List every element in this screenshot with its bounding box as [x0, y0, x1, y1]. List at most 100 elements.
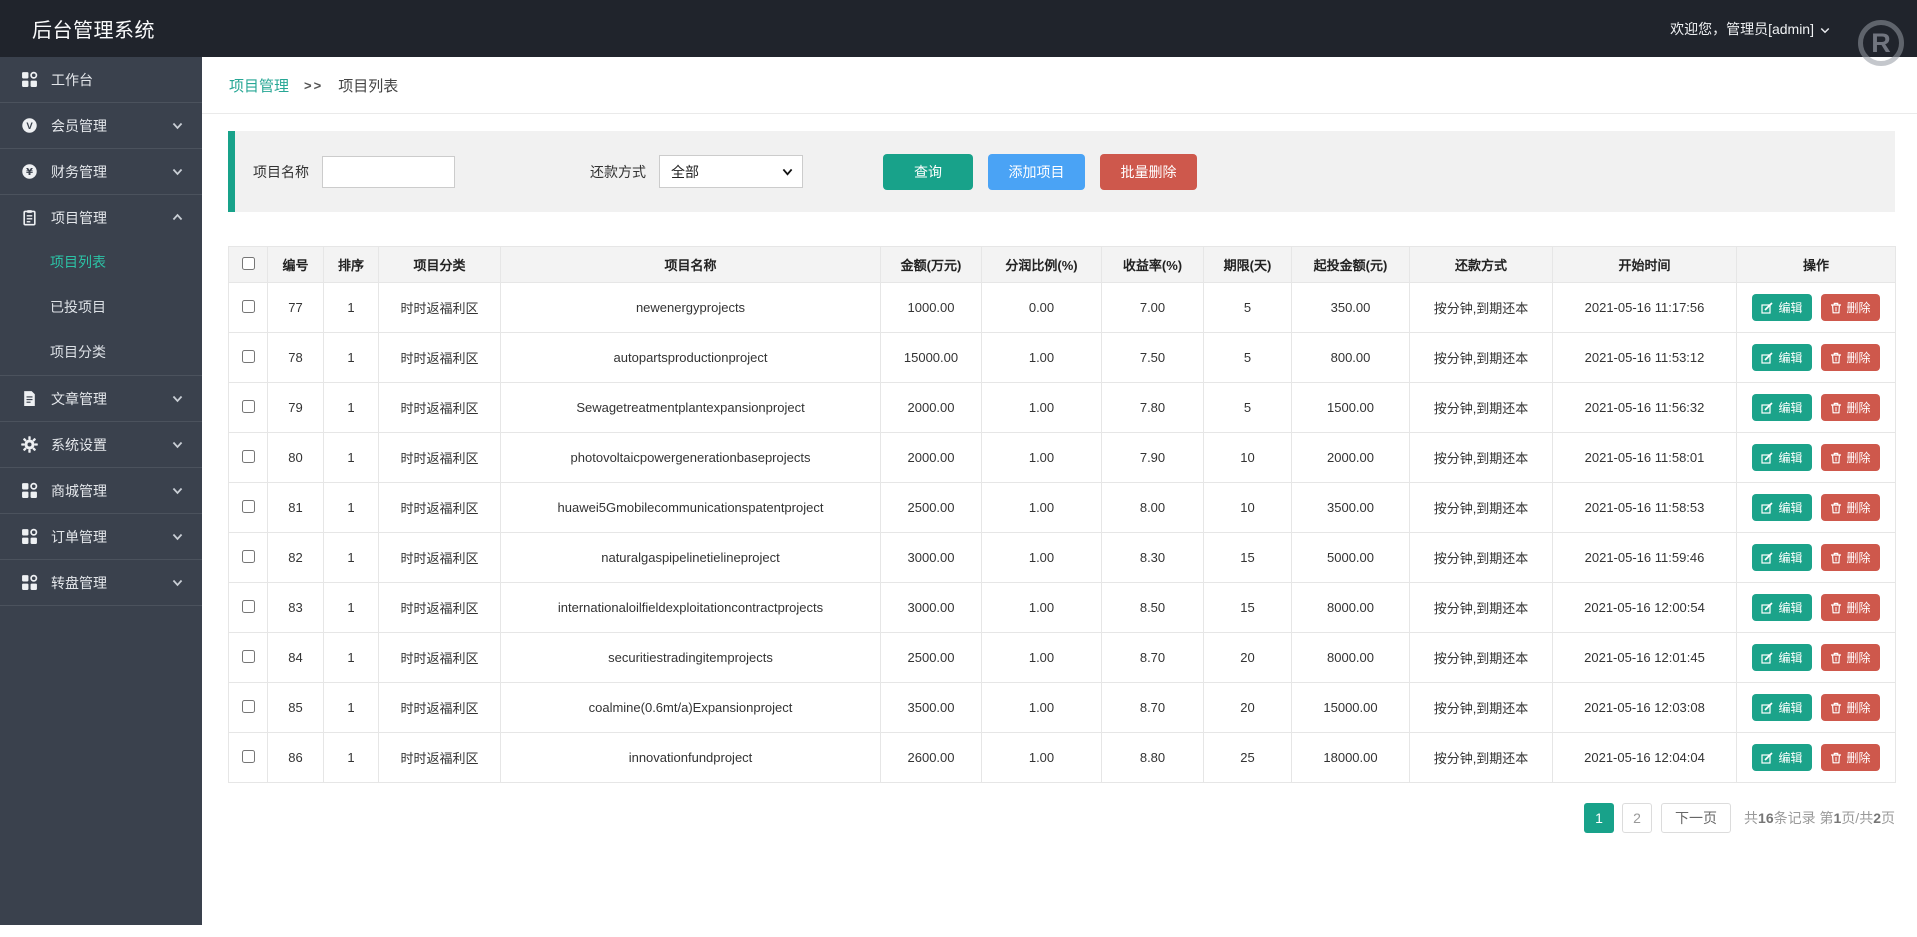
delete-button[interactable]: 删除 — [1821, 294, 1880, 321]
cell-name: photovoltaicpowergenerationbaseprojects — [501, 433, 881, 483]
sidebar-subitem[interactable]: 项目列表 — [0, 240, 202, 285]
sidebar-group: 工作台 — [0, 57, 202, 103]
cell-amount: 3500.00 — [881, 683, 982, 733]
user-menu[interactable]: 欢迎您，管理员[admin] — [1670, 19, 1831, 39]
delete-button[interactable]: 删除 — [1821, 594, 1880, 621]
trash-icon — [1830, 702, 1842, 714]
delete-button[interactable]: 删除 — [1821, 544, 1880, 571]
cell-repayment: 按分钟,到期还本 — [1410, 583, 1553, 633]
table-row: 81 1 时时返福利区 huawei5Gmobilecommunications… — [229, 483, 1896, 533]
sidebar-item[interactable]: V 会员管理 — [0, 103, 202, 148]
row-checkbox[interactable] — [242, 300, 255, 313]
page-button-2[interactable]: 2 — [1622, 803, 1652, 833]
cell-min-invest: 5000.00 — [1292, 533, 1410, 583]
delete-button[interactable]: 删除 — [1821, 694, 1880, 721]
filter-bar: 项目名称 还款方式 全部 查询 添加项目 批量删除 — [228, 131, 1895, 212]
project-name-input[interactable] — [322, 156, 455, 188]
sidebar-item[interactable]: 系统设置 — [0, 422, 202, 467]
delete-button[interactable]: 删除 — [1821, 444, 1880, 471]
cell-category: 时时返福利区 — [379, 483, 501, 533]
cell-profit-ratio: 1.00 — [982, 583, 1102, 633]
column-header: 项目分类 — [379, 247, 501, 283]
sidebar-group: 订单管理 — [0, 514, 202, 560]
member-icon: V — [21, 117, 38, 134]
edit-button[interactable]: 编辑 — [1752, 344, 1811, 371]
bulk-delete-button[interactable]: 批量删除 — [1100, 154, 1197, 190]
cell-actions: 编辑 删除 — [1737, 483, 1896, 533]
delete-button[interactable]: 删除 — [1821, 394, 1880, 421]
search-button[interactable]: 查询 — [883, 154, 973, 190]
welcome-text: 欢迎您，管理员[admin] — [1670, 19, 1814, 39]
sidebar-subitem[interactable]: 已投项目 — [0, 285, 202, 330]
table-body: 77 1 时时返福利区 newenergyprojects 1000.00 0.… — [229, 283, 1896, 783]
chevron-down-icon — [171, 530, 184, 543]
cell-repayment: 按分钟,到期还本 — [1410, 283, 1553, 333]
next-page-button[interactable]: 下一页 — [1661, 803, 1731, 833]
sidebar-item[interactable]: 转盘管理 — [0, 560, 202, 605]
delete-button[interactable]: 删除 — [1821, 744, 1880, 771]
cell-amount: 3000.00 — [881, 533, 982, 583]
select-all-cell — [229, 247, 268, 283]
cell-id: 82 — [268, 533, 324, 583]
breadcrumb-section-link[interactable]: 项目管理 — [229, 75, 289, 96]
row-checkbox[interactable] — [242, 550, 255, 563]
cell-name: newenergyprojects — [501, 283, 881, 333]
edit-button[interactable]: 编辑 — [1752, 394, 1811, 421]
cell-repayment: 按分钟,到期还本 — [1410, 333, 1553, 383]
cell-amount: 2500.00 — [881, 483, 982, 533]
row-checkbox[interactable] — [242, 500, 255, 513]
row-checkbox[interactable] — [242, 700, 255, 713]
row-checkbox[interactable] — [242, 450, 255, 463]
sidebar-subitem[interactable]: 项目分类 — [0, 330, 202, 375]
sidebar-item[interactable]: 文章管理 — [0, 376, 202, 421]
repayment-method-select[interactable]: 全部 — [659, 155, 803, 188]
edit-button[interactable]: 编辑 — [1752, 294, 1811, 321]
column-header: 收益率(%) — [1102, 247, 1204, 283]
column-header: 起投金额(元) — [1292, 247, 1410, 283]
cell-actions: 编辑 删除 — [1737, 433, 1896, 483]
cell-start-time: 2021-05-16 11:58:01 — [1553, 433, 1737, 483]
delete-button[interactable]: 删除 — [1821, 494, 1880, 521]
svg-text:¥: ¥ — [26, 167, 33, 178]
cell-term: 15 — [1204, 533, 1292, 583]
sidebar-item[interactable]: 商城管理 — [0, 468, 202, 513]
sidebar-item[interactable]: 项目管理 — [0, 195, 202, 240]
row-checkbox[interactable] — [242, 650, 255, 663]
edit-button[interactable]: 编辑 — [1752, 744, 1811, 771]
column-header: 开始时间 — [1553, 247, 1737, 283]
edit-button[interactable]: 编辑 — [1752, 594, 1811, 621]
cell-repayment: 按分钟,到期还本 — [1410, 383, 1553, 433]
sidebar-group: V 会员管理 — [0, 103, 202, 149]
cell-yield: 8.70 — [1102, 683, 1204, 733]
breadcrumb: 项目管理 >> 项目列表 — [202, 57, 1917, 114]
cell-name: securitiestradingitemprojects — [501, 633, 881, 683]
cell-start-time: 2021-05-16 11:56:32 — [1553, 383, 1737, 433]
sidebar-item[interactable]: 工作台 — [0, 57, 202, 102]
add-project-button[interactable]: 添加项目 — [988, 154, 1085, 190]
cell-category: 时时返福利区 — [379, 383, 501, 433]
sidebar-item[interactable]: ¥ 财务管理 — [0, 149, 202, 194]
delete-button[interactable]: 删除 — [1821, 344, 1880, 371]
sidebar-item[interactable]: 订单管理 — [0, 514, 202, 559]
cell-yield: 7.80 — [1102, 383, 1204, 433]
edit-button[interactable]: 编辑 — [1752, 544, 1811, 571]
select-all-checkbox[interactable] — [242, 257, 255, 270]
column-header: 金额(万元) — [881, 247, 982, 283]
row-checkbox[interactable] — [242, 400, 255, 413]
edit-button[interactable]: 编辑 — [1752, 644, 1811, 671]
edit-button[interactable]: 编辑 — [1752, 494, 1811, 521]
row-checkbox[interactable] — [242, 750, 255, 763]
cell-term: 25 — [1204, 733, 1292, 783]
cell-min-invest: 350.00 — [1292, 283, 1410, 333]
row-checkbox[interactable] — [242, 600, 255, 613]
edit-button[interactable]: 编辑 — [1752, 694, 1811, 721]
cell-amount: 15000.00 — [881, 333, 982, 383]
cell-start-time: 2021-05-16 12:03:08 — [1553, 683, 1737, 733]
page-button-1[interactable]: 1 — [1584, 803, 1614, 833]
trash-icon — [1830, 602, 1842, 614]
edit-button[interactable]: 编辑 — [1752, 444, 1811, 471]
row-checkbox[interactable] — [242, 350, 255, 363]
edit-pencil-icon — [1761, 352, 1773, 364]
cell-sort: 1 — [324, 533, 379, 583]
delete-button[interactable]: 删除 — [1821, 644, 1880, 671]
